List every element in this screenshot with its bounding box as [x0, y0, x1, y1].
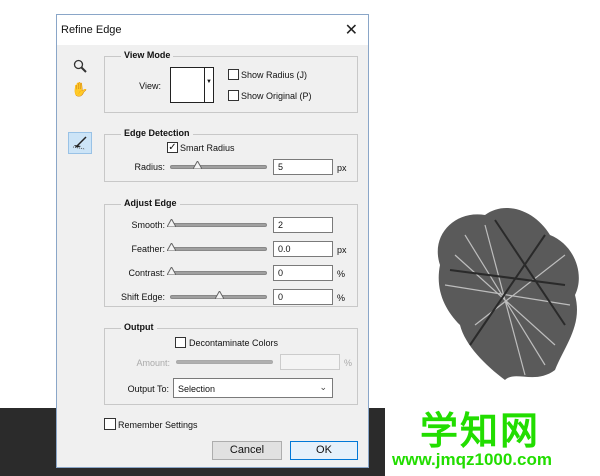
refine-edge-dialog: Refine Edge ✕ ✋ View Mode View: ▼ Show R… — [56, 14, 369, 468]
view-label: View: — [139, 81, 161, 91]
output-to-value: Selection — [178, 384, 216, 394]
adjust-row-label: Feather: — [131, 244, 165, 254]
output-to-dropdown[interactable]: Selection ⌄ — [173, 378, 333, 398]
decontaminate-colors-checkbox[interactable] — [175, 337, 186, 348]
show-original-label: Show Original (P) — [241, 91, 312, 101]
watermark-url: www.jmqz1000.com — [392, 450, 552, 469]
show-original-checkbox[interactable] — [228, 90, 239, 101]
adjust-slider[interactable] — [167, 267, 267, 275]
adjust-slider[interactable] — [167, 243, 267, 251]
show-radius-label: Show Radius (J) — [241, 70, 308, 80]
refine-radius-brush-icon[interactable] — [68, 132, 92, 154]
slider-thumb[interactable] — [167, 219, 176, 227]
zoom-tool-icon[interactable] — [68, 55, 92, 77]
adjust-value-input[interactable]: 0 — [273, 289, 333, 305]
dropdown-arrow-icon: ▼ — [204, 68, 213, 102]
amount-input — [280, 354, 340, 370]
output-group: Output Decontaminate Colors Amount: % Ou… — [104, 322, 358, 405]
adjust-slider[interactable] — [167, 219, 267, 227]
amount-unit: % — [344, 358, 353, 368]
radius-slider[interactable] — [170, 161, 267, 169]
adjust-row-label: Smooth: — [131, 220, 165, 230]
output-legend: Output — [121, 322, 157, 332]
view-mode-group: View Mode View: ▼ Show Radius (J) Show O… — [104, 50, 358, 113]
smart-radius-checkbox[interactable]: ✓ — [167, 142, 178, 153]
watermark-title: 学知网 — [420, 411, 541, 453]
adjust-edge-group: Adjust Edge Smooth: 2 Feather: 0.0 px Con… — [104, 198, 358, 307]
hand-tool-icon[interactable]: ✋ — [68, 78, 92, 100]
radius-label: Radius: — [134, 162, 165, 172]
adjust-row-label: Contrast: — [128, 268, 165, 278]
amount-label: Amount: — [136, 358, 170, 368]
view-mode-legend: View Mode — [121, 50, 174, 60]
adjust-value-input[interactable]: 0.0 — [273, 241, 333, 257]
adjust-unit: % — [337, 269, 346, 279]
remember-settings-label: Remember Settings — [118, 420, 198, 430]
view-dropdown[interactable]: ▼ — [170, 67, 214, 103]
adjust-row-label: Shift Edge: — [120, 292, 165, 302]
chevron-down-icon: ⌄ — [319, 382, 327, 392]
slider-thumb[interactable] — [167, 267, 176, 275]
edge-detection-legend: Edge Detection — [121, 128, 193, 138]
adjust-slider[interactable] — [170, 291, 267, 299]
remember-settings-checkbox[interactable] — [104, 418, 116, 430]
slider-thumb[interactable] — [214, 291, 224, 299]
adjust-value-input[interactable]: 0 — [273, 265, 333, 281]
smart-radius-label: Smart Radius — [180, 143, 235, 153]
slider-thumb[interactable] — [167, 243, 176, 251]
edge-detection-group: Edge Detection ✓ Smart Radius Radius: 5 … — [104, 128, 358, 182]
adjust-unit: px — [337, 245, 347, 255]
ok-button[interactable]: OK — [290, 441, 358, 460]
output-to-label: Output To: — [127, 384, 169, 394]
plant-image — [437, 207, 579, 380]
adjust-edge-legend: Adjust Edge — [121, 198, 180, 208]
dialog-title: Refine Edge — [61, 24, 122, 36]
adjust-unit: % — [337, 293, 346, 303]
show-radius-checkbox[interactable] — [228, 69, 239, 80]
decontaminate-colors-label: Decontaminate Colors — [189, 338, 279, 348]
title-bar: Refine Edge ✕ — [57, 15, 368, 45]
slider-thumb[interactable] — [192, 161, 202, 169]
close-icon[interactable]: ✕ — [345, 20, 358, 40]
radius-unit: px — [337, 163, 347, 173]
cancel-button[interactable]: Cancel — [212, 441, 282, 460]
amount-slider — [176, 360, 273, 364]
radius-input[interactable]: 5 — [273, 159, 333, 175]
adjust-value-input[interactable]: 2 — [273, 217, 333, 233]
